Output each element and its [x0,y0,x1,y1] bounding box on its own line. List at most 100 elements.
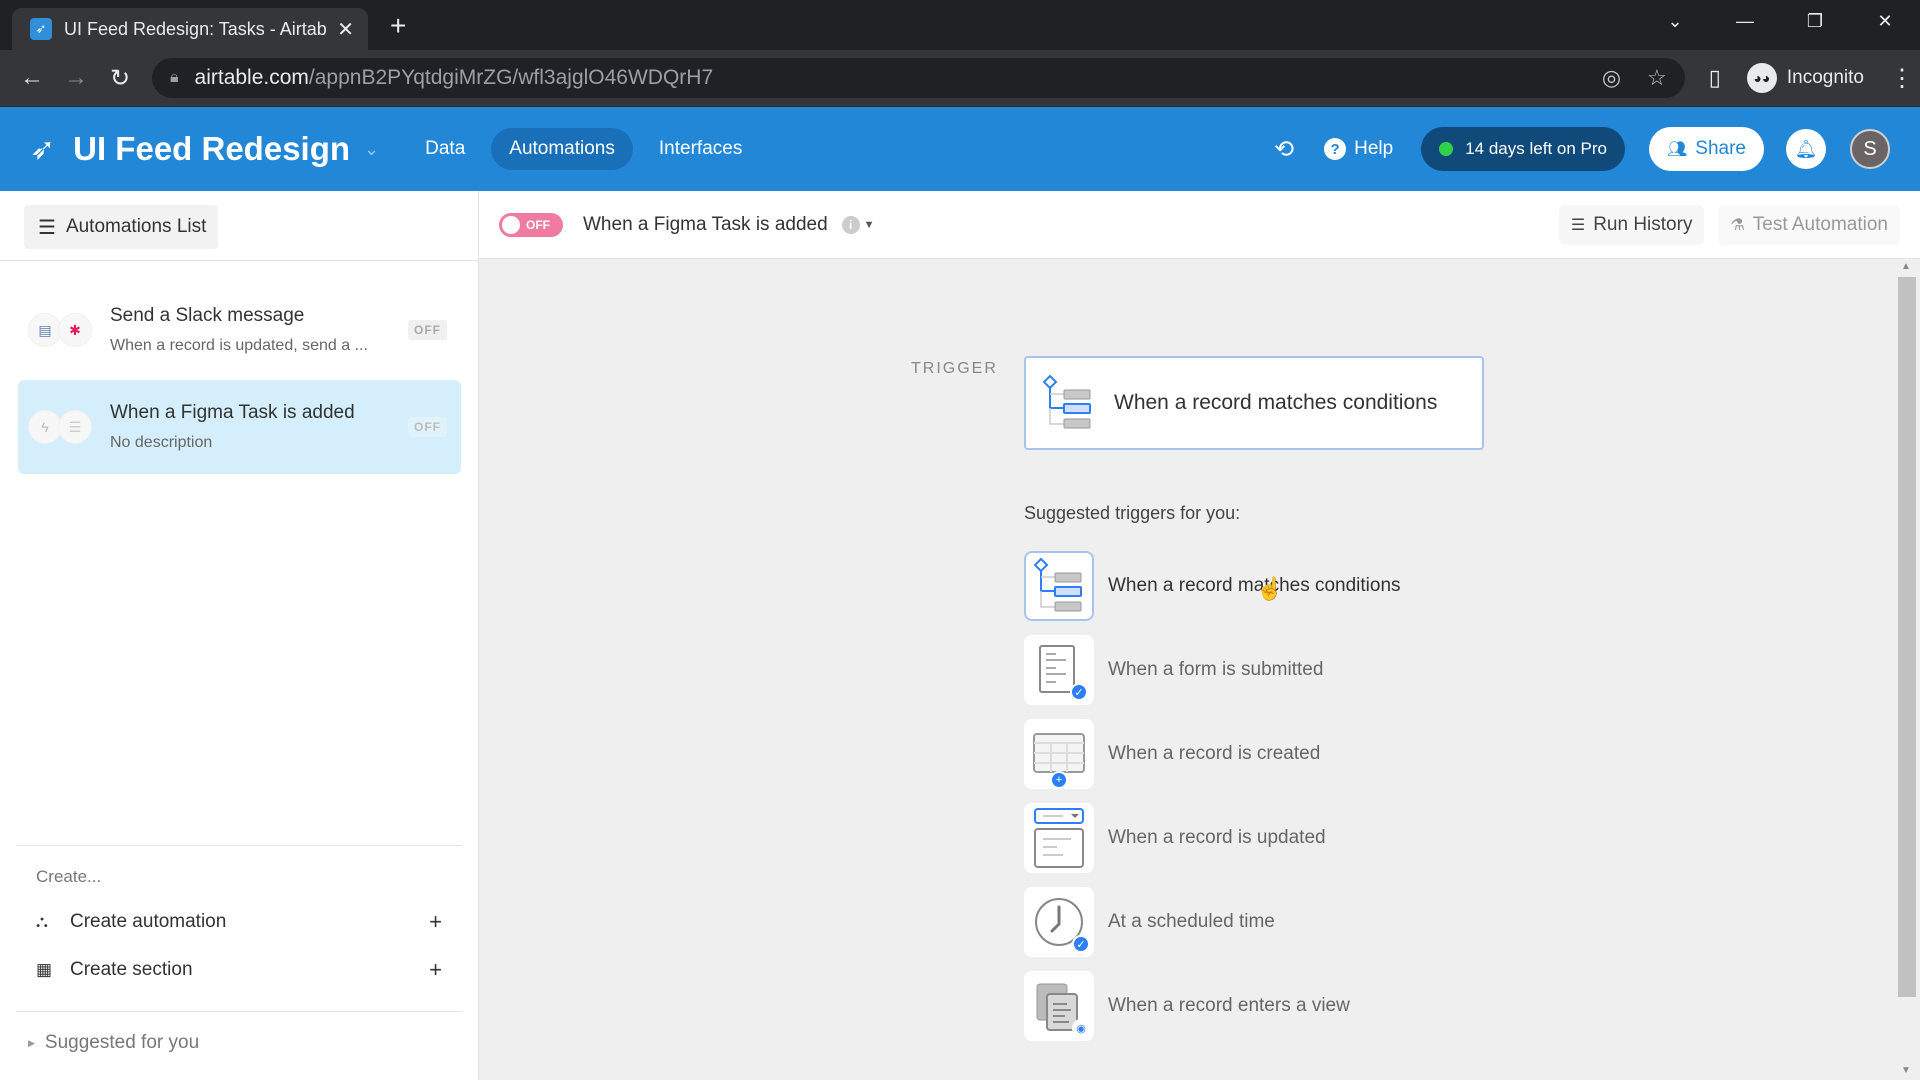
test-automation-label: Test Automation [1752,213,1888,235]
incognito-profile-button[interactable]: ◕◕ Incognito [1734,58,1876,98]
conditions-icon [1033,557,1082,612]
tab-data[interactable]: Data [407,128,483,170]
automations-list-button[interactable]: ☰ Automations List [24,205,219,249]
suggested-label: Suggested for you [44,1032,200,1053]
automation-title: When a Figma Task is added [110,402,355,423]
automation-list-item[interactable]: ▤ ✱ Send a Slack message When a record i… [18,283,461,377]
side-panel-icon[interactable]: ▯ [1709,65,1721,91]
automation-toggle[interactable]: OFF [499,212,563,237]
eye-badge-icon: ◉ [1072,1019,1090,1037]
notifications-bell-icon[interactable]: 🔔︎ [1786,129,1826,169]
incognito-icon: ◕◕ [1746,63,1777,93]
automation-name[interactable]: When a Figma Task is added [583,214,828,236]
close-tab-icon[interactable]: ✕ [337,17,354,42]
tab-title: UI Feed Redesign: Tasks - Airtable [64,18,328,39]
automation-editor: OFF When a Figma Task is added i ▼ ☰ Run… [479,191,1920,1080]
automations-sidebar: ☰ Automations List ▤ ✱ Send a Slack mess… [0,191,479,1080]
window-controls: ⌄ — ❐ ✕ [1640,0,1920,42]
suggested-triggers-title: Suggested triggers for you: [1024,503,1241,523]
caret-right-icon: ▶ [28,1037,35,1048]
url-input[interactable]: 🔒︎ airtable.com /appnB2PYqtdgiMrZG/wfl3a… [152,58,1685,98]
create-section-label: Create section [70,959,193,980]
forward-icon[interactable]: → [54,64,98,92]
url-path: /appnB2PYqtdgiMrZG/wfl3ajglO46WDQrH7 [308,66,714,89]
new-tab-button[interactable]: + [390,10,406,42]
share-label: Share [1695,138,1746,159]
kebab-menu-icon[interactable]: ⋮ [1890,64,1914,93]
eye-off-icon[interactable]: ◎ [1602,65,1621,91]
history-icon[interactable]: ⟲ [1274,135,1294,164]
scroll-down-icon[interactable]: ▼ [1898,1065,1914,1076]
trigger-card[interactable]: When a record matches conditions [1024,356,1484,450]
suggested-trigger-item[interactable]: ✓ When a form is submitted [1024,635,1323,705]
slack-icon: ✱ [58,313,92,347]
scroll-up-icon[interactable]: ▲ [1898,261,1914,272]
tab-search-icon[interactable]: ⌄ [1640,11,1710,32]
automation-description: When a record is updated, send a ... [110,337,368,354]
help-label: Help [1354,138,1394,159]
run-history-button[interactable]: ☰ Run History [1558,204,1705,245]
reload-icon[interactable]: ↻ [98,64,142,93]
scrollbar[interactable]: ▲ ▼ [1896,261,1916,1080]
avatar[interactable]: S [1850,129,1890,169]
automation-list-item[interactable]: ϟ ☰ When a Figma Task is added No descri… [18,380,461,474]
tab-interfaces[interactable]: Interfaces [641,128,760,170]
trigger-label: TRIGGER [911,360,998,377]
base-name[interactable]: UI Feed Redesign [73,130,350,168]
toggle-knob [502,215,520,234]
browser-tab[interactable]: ➶ UI Feed Redesign: Tasks - Airtable ✕ [12,8,368,50]
section-icon: ▦ [36,960,53,979]
back-icon[interactable]: ← [10,64,54,92]
share-button[interactable]: 👥︎ Share [1648,127,1764,171]
flask-icon: ⚗ [1730,216,1745,234]
minimize-icon[interactable]: — [1710,11,1780,32]
status-dot-icon [1439,142,1454,156]
suggested-for-you-toggle[interactable]: ▶ Suggested for you [28,1032,199,1054]
status-badge: OFF [408,320,447,340]
info-icon[interactable]: i [841,215,860,234]
browser-tabbar: ➶ UI Feed Redesign: Tasks - Airtable ✕ +… [0,0,1920,50]
conditions-icon [1042,374,1091,429]
suggested-trigger-label: When a record is updated [1108,827,1326,848]
chevron-down-icon[interactable]: ⌄ [364,139,379,160]
list-icon: ☰ [58,410,92,444]
caret-down-icon[interactable]: ▼ [864,219,875,231]
test-automation-button[interactable]: ⚗ Test Automation [1718,204,1900,245]
suggested-trigger-label: When a form is submitted [1108,659,1324,680]
tab-automations[interactable]: Automations [491,128,633,170]
lightning-icon: ϟ [28,410,62,444]
incognito-label: Incognito [1786,67,1864,88]
create-automation-button[interactable]: ⛬ Create automation + [36,909,442,935]
automations-list-label: Automations List [65,216,207,237]
users-icon: 👥︎ [1666,141,1688,158]
create-section-button[interactable]: ▦ Create section + [36,957,442,983]
lock-icon[interactable]: 🔒︎ [170,69,179,87]
star-icon[interactable]: ☆ [1647,65,1667,91]
close-window-icon[interactable]: ✕ [1850,11,1920,32]
suggested-trigger-item[interactable]: + When a record is created [1024,719,1320,789]
record-updated-icon [1034,808,1084,868]
trial-badge[interactable]: 14 days left on Pro [1421,127,1625,171]
plus-icon[interactable]: + [429,909,442,935]
rocket-icon: ➶ [30,132,56,166]
suggested-trigger-item[interactable]: ◉ When a record enters a view [1024,971,1350,1041]
restore-icon[interactable]: ❐ [1780,11,1850,32]
check-badge-icon: ✓ [1072,935,1090,953]
toggle-label: OFF [526,217,550,232]
suggested-trigger-label: When a record matches conditions [1108,575,1401,596]
suggested-trigger-item[interactable]: ✓ At a scheduled time [1024,887,1275,957]
help-button[interactable]: ? Help [1324,138,1393,160]
scrollbar-thumb[interactable] [1898,277,1916,997]
suggested-trigger-label: When a record enters a view [1108,995,1350,1016]
suggested-trigger-item[interactable]: When a record matches conditions [1024,551,1401,621]
hamburger-icon: ☰ [38,216,56,239]
plus-icon[interactable]: + [429,957,442,983]
suggested-trigger-item[interactable]: When a record is updated [1024,803,1326,873]
app-body: ☰ Automations List ▤ ✱ Send a Slack mess… [0,191,1920,1080]
suggested-trigger-label: When a record is created [1108,743,1321,764]
create-automation-label: Create automation [70,911,227,932]
automation-header: OFF When a Figma Task is added i ▼ ☰ Run… [479,191,1920,259]
list-check-icon: ☰ [1570,216,1586,234]
rocket-icon: ➶ [30,18,52,40]
app-header: ➶ UI Feed Redesign ⌄ Data Automations In… [0,106,1920,191]
